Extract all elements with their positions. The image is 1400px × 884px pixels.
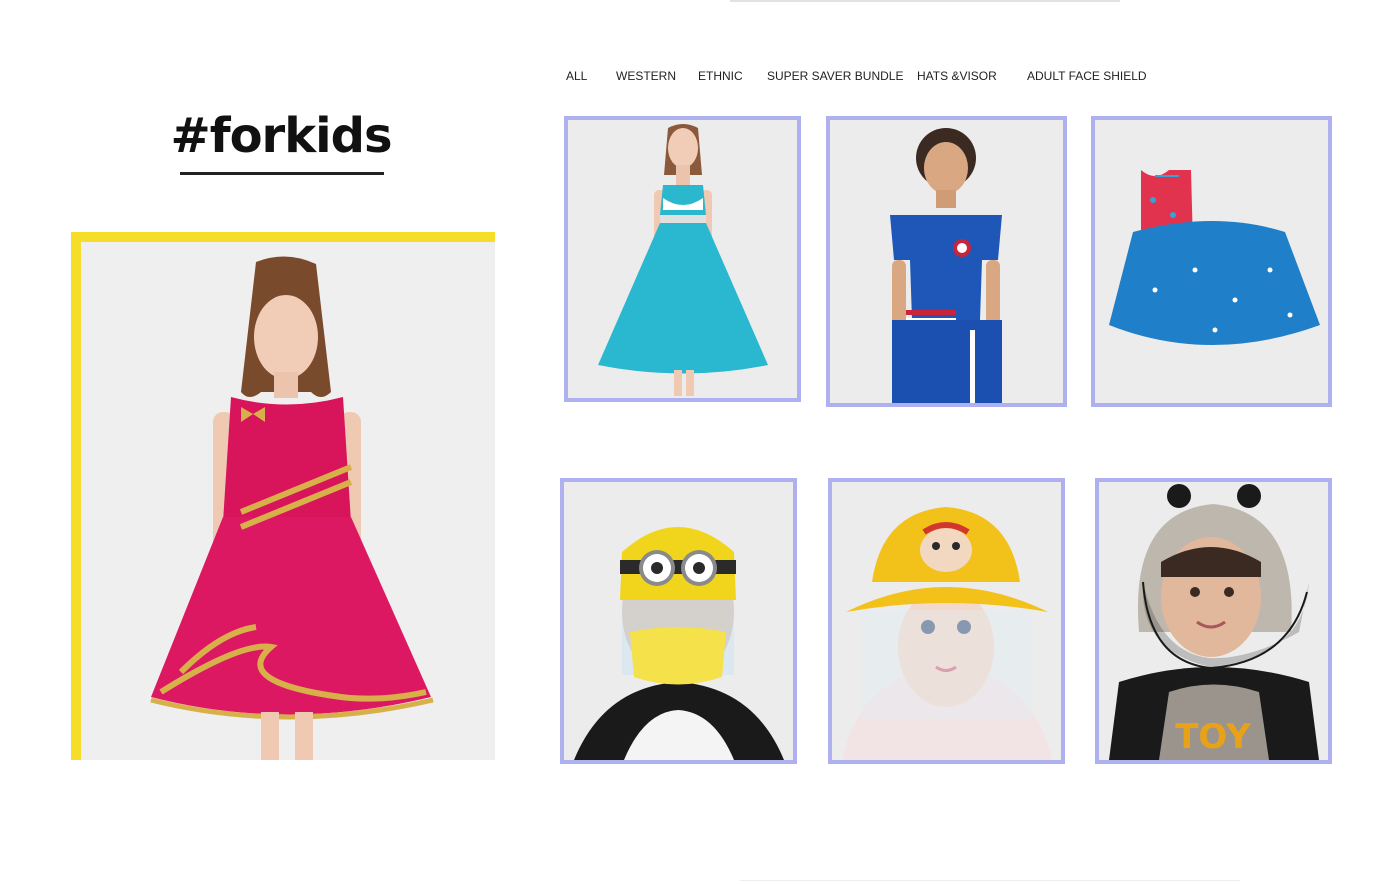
tab-all[interactable]: ALL bbox=[566, 68, 587, 84]
product-card[interactable]: TOY bbox=[1095, 478, 1332, 764]
product-card[interactable] bbox=[828, 478, 1065, 764]
tab-hats-visor[interactable]: HATS &VISOR bbox=[917, 68, 997, 84]
product-card[interactable] bbox=[826, 116, 1067, 407]
hero-frame-left-accent bbox=[71, 232, 81, 760]
title-underline bbox=[180, 172, 384, 175]
kid-in-panda-hood-shield-photo: TOY bbox=[1099, 482, 1328, 760]
top-divider bbox=[730, 0, 1120, 2]
hero-frame-top-accent bbox=[71, 232, 495, 242]
red-top-blue-skirt-set-photo bbox=[1095, 120, 1328, 403]
hero-banner[interactable] bbox=[71, 232, 495, 760]
page: #forkids ALL WESTERN ETHNIC SUPER SAVER … bbox=[0, 0, 1400, 884]
bottom-divider bbox=[740, 880, 1240, 881]
product-card[interactable] bbox=[560, 478, 797, 764]
girl-in-pink-dress-photo bbox=[81, 242, 495, 760]
kid-in-yellow-bucket-hat-shield-photo bbox=[832, 482, 1061, 760]
girl-in-blue-dress-photo bbox=[568, 120, 797, 398]
page-title-block: #forkids bbox=[170, 104, 393, 175]
tab-adult-face-shield[interactable]: ADULT FACE SHIELD bbox=[1027, 68, 1147, 84]
svg-text:TOY: TOY bbox=[1175, 717, 1251, 757]
product-card[interactable] bbox=[1091, 116, 1332, 407]
tab-western[interactable]: WESTERN bbox=[616, 68, 676, 84]
page-title: #forkids bbox=[170, 108, 392, 164]
tab-super-saver-bundle[interactable]: SUPER SAVER BUNDLE bbox=[767, 68, 903, 84]
product-card[interactable] bbox=[564, 116, 801, 402]
tab-ethnic[interactable]: ETHNIC bbox=[698, 68, 743, 84]
kid-with-minion-face-shield-photo bbox=[564, 482, 793, 760]
boy-in-blue-tshirt-photo bbox=[830, 120, 1063, 403]
